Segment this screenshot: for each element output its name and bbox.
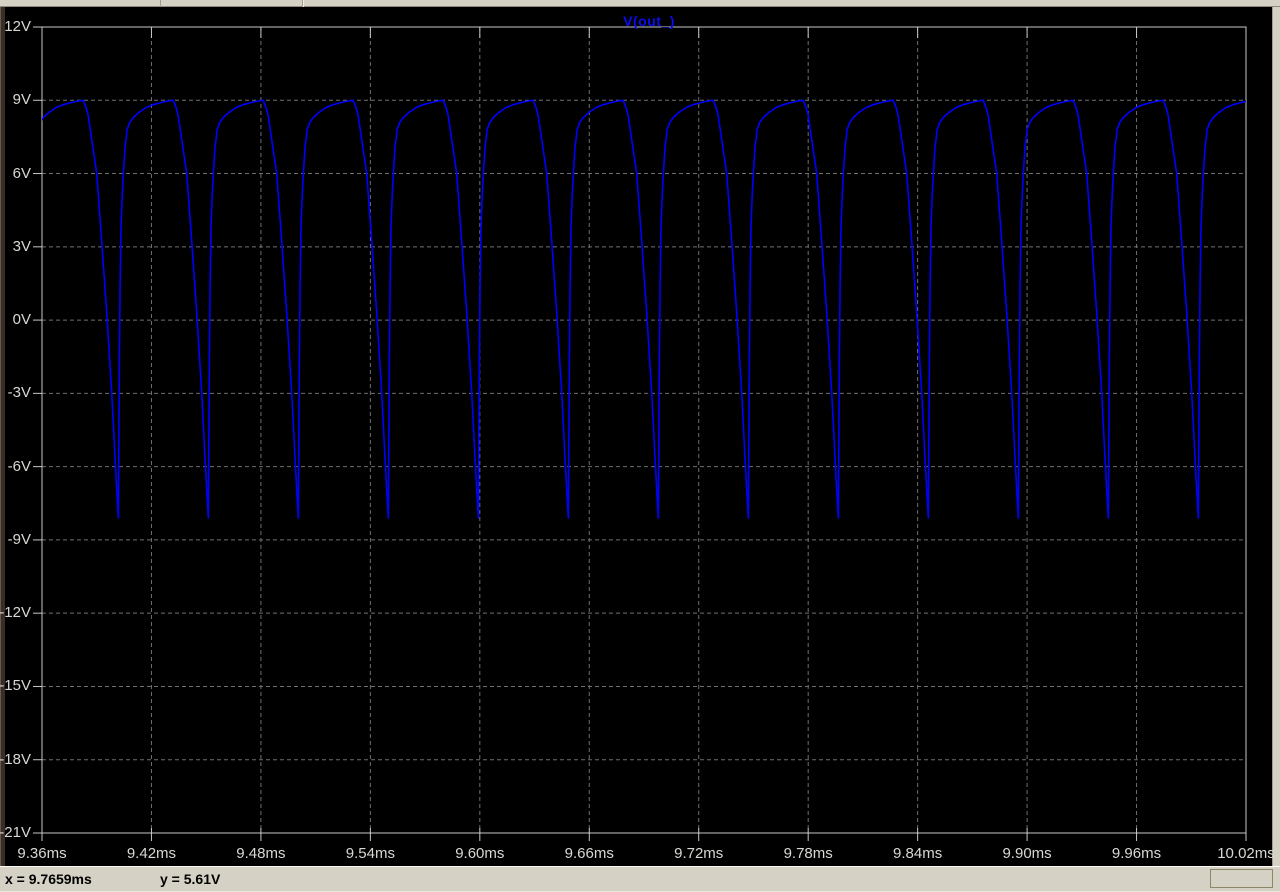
x-axis-label: 9.48ms bbox=[236, 845, 286, 862]
x-axis-label: 9.54ms bbox=[345, 845, 395, 862]
y-axis-label: 9V bbox=[12, 91, 31, 109]
plot-canvas[interactable] bbox=[5, 7, 1272, 866]
y-axis-label: -6V bbox=[7, 457, 31, 475]
x-axis-label: 9.66ms bbox=[564, 845, 614, 862]
x-axis-label: 9.84ms bbox=[893, 845, 943, 862]
cursor-x-readout: x = 9.7659ms bbox=[5, 871, 92, 887]
y-axis-label: -12V bbox=[0, 604, 31, 622]
toolbar-separator-highlight bbox=[303, 0, 304, 7]
axes-border bbox=[41, 26, 1247, 834]
status-bar: x = 9.7659ms y = 5.61V bbox=[0, 866, 1280, 892]
y-axis-label: -3V bbox=[7, 384, 31, 402]
ltspice-waveform-window: { "window": { "top_strip": {"separator_p… bbox=[0, 0, 1280, 892]
x-axis-label: 9.36ms bbox=[17, 845, 67, 862]
x-axis-label: 9.60ms bbox=[455, 845, 505, 862]
x-axis-label: 9.78ms bbox=[783, 845, 833, 862]
y-axis-label: 0V bbox=[12, 311, 31, 329]
y-axis-label: -21V bbox=[0, 824, 31, 841]
x-axis-label: 9.72ms bbox=[674, 845, 724, 862]
waveform-plot-pane[interactable]: 12V 9V 6V 3V 0V -3V -6V -9V -12V -15V -18V -21V 9.36… bbox=[0, 7, 1275, 866]
y-axis-label: -18V bbox=[0, 750, 31, 768]
status-bar-panel bbox=[1210, 869, 1273, 888]
toolbar-bottom-strip bbox=[0, 0, 1280, 7]
x-axis-label: 9.42ms bbox=[126, 845, 177, 862]
y-axis-label: -9V bbox=[7, 530, 31, 548]
y-axis-label: 3V bbox=[12, 237, 31, 255]
window-right-border bbox=[1272, 7, 1280, 866]
y-axis-label: 12V bbox=[4, 18, 31, 35]
trace-title[interactable]: V(out_) bbox=[47, 13, 1251, 29]
x-axis-label: 9.90ms bbox=[1002, 845, 1052, 862]
waveform-trace[interactable] bbox=[5, 99, 1272, 519]
y-axis-label: -15V bbox=[0, 677, 31, 695]
y-axis-label: 6V bbox=[12, 164, 31, 182]
x-axis-label: 9.96ms bbox=[1111, 845, 1162, 862]
x-axis-label: 10.02ms bbox=[1217, 845, 1275, 862]
cursor-y-readout: y = 5.61V bbox=[160, 871, 221, 887]
toolbar-separator bbox=[160, 0, 161, 7]
